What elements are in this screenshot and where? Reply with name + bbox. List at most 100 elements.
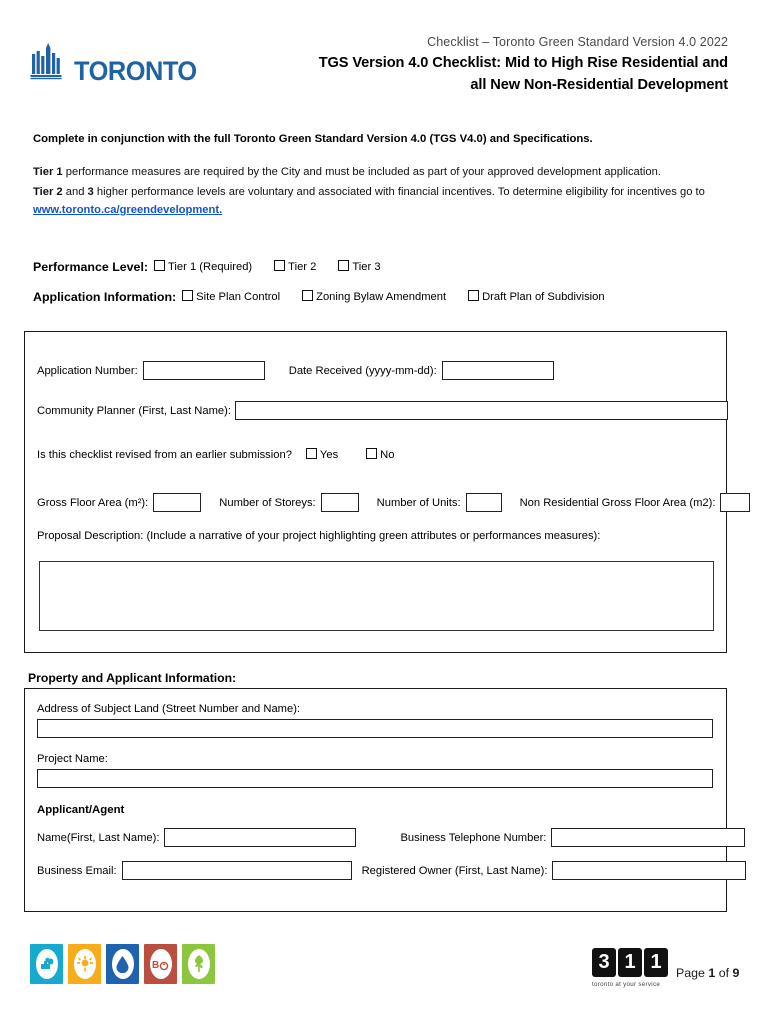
checkbox-tier2[interactable]	[274, 259, 286, 271]
performance-level-row: Performance Level: Tier 1 (Required) Tie…	[33, 259, 403, 274]
applicant-agent-heading: Applicant/Agent	[37, 804, 125, 816]
area-metrics-row: Gross Floor Area (m²): Number of Storeys…	[37, 493, 751, 512]
checkbox-tier3-label: Tier 3	[352, 261, 381, 273]
address-of-subject-land-input[interactable]	[37, 719, 713, 738]
number-of-units-input[interactable]	[465, 493, 502, 512]
document-page: TORONTO Checklist – Toronto Green Standa…	[0, 0, 770, 1024]
checkbox-draft-plan-of-subdivision-label: Draft Plan of Subdivision	[482, 291, 605, 303]
performance-level-label: Performance Level:	[33, 260, 149, 274]
checkbox-tier2-label: Tier 2	[288, 261, 317, 273]
business-email-label: Business Email:	[37, 864, 117, 877]
checkbox-option-zoning-bylaw-amendment[interactable]: Zoning Bylaw Amendment	[302, 289, 447, 303]
svg-text:B: B	[152, 960, 159, 971]
checkbox-site-plan-control[interactable]	[182, 289, 194, 301]
tgs-category-icons: B	[30, 944, 215, 984]
property-applicant-box: Address of Subject Land (Street Number a…	[24, 688, 747, 912]
checkbox-option-revised-yes[interactable]: Yes	[305, 447, 339, 461]
community-planner-label: Community Planner (First, Last Name):	[37, 404, 231, 417]
gross-floor-area-label: Gross Floor Area (m²):	[37, 496, 149, 509]
311-digit-2: 1	[618, 948, 642, 977]
number-of-units-label: Number of Units:	[376, 496, 461, 509]
page-number: Page 1 of 9	[676, 966, 739, 980]
number-of-storeys-input[interactable]	[320, 493, 359, 512]
checkbox-zoning-bylaw-amendment-label: Zoning Bylaw Amendment	[316, 291, 447, 303]
checkbox-revised-yes-label: Yes	[319, 449, 339, 461]
property-section-title: Property and Applicant Information:	[28, 671, 237, 685]
revised-checklist-question: Is this checklist revised from an earlie…	[37, 449, 292, 461]
date-received-input[interactable]	[441, 361, 554, 380]
non-residential-gfa-label: Non Residential Gross Floor Area (m2):	[519, 496, 716, 509]
page-header: TORONTO Checklist – Toronto Green Standa…	[0, 34, 770, 120]
applicant-name-input[interactable]	[164, 828, 357, 847]
tier1-rest: performance measures are required by the…	[62, 166, 661, 178]
number-of-storeys-label: Number of Storeys:	[219, 496, 316, 509]
application-number-label: Application Number:	[37, 364, 138, 377]
project-name-label: Project Name:	[37, 753, 108, 765]
page-prefix: Page	[676, 966, 709, 980]
project-name-label-row: Project Name:	[37, 749, 108, 767]
ecology-co2-icon-oval: B	[149, 949, 172, 979]
business-email-owner-row: Business Email: Registered Owner (First,…	[37, 861, 747, 880]
checkbox-option-tier1[interactable]: Tier 1 (Required)	[154, 259, 253, 273]
checkbox-option-site-plan-control[interactable]: Site Plan Control	[182, 289, 281, 303]
checkbox-option-revised-no[interactable]: No	[366, 447, 394, 461]
ecology-co2-icon: B	[144, 944, 177, 984]
intro-tier1-line: Tier 1 performance measures are required…	[33, 165, 733, 180]
intro-bold-line: Complete in conjunction with the full To…	[33, 133, 593, 145]
water-quality-icon-oval	[111, 949, 134, 979]
checkbox-option-tier2[interactable]: Tier 2	[274, 259, 317, 273]
non-residential-gfa-input[interactable]	[720, 493, 751, 512]
proposal-description-row: Proposal Description: (Include a narrati…	[37, 530, 600, 542]
tier2-rest: higher performance levels are voluntary …	[93, 186, 705, 198]
checkbox-revised-yes[interactable]	[305, 447, 317, 459]
proposal-description-textarea[interactable]	[39, 561, 714, 631]
air-quality-icon-oval	[35, 949, 58, 979]
checkbox-revised-no[interactable]	[366, 447, 378, 459]
registered-owner-label: Registered Owner (First, Last Name):	[361, 864, 548, 877]
checkbox-option-tier3[interactable]: Tier 3	[338, 259, 381, 273]
applicant-name-label: Name(First, Last Name):	[37, 831, 160, 844]
toronto-logo: TORONTO	[30, 42, 205, 85]
application-information-row: Application Information: Site Plan Contr…	[33, 289, 627, 304]
checkbox-tier3[interactable]	[338, 259, 350, 271]
intro-tier2-line: Tier 2 and 3 higher performance levels a…	[33, 185, 733, 200]
community-planner-input[interactable]	[234, 401, 728, 420]
solid-waste-icon-oval	[187, 949, 210, 979]
header-title-line1: TGS Version 4.0 Checklist: Mid to High R…	[318, 55, 728, 71]
tier2-mid: and	[62, 186, 88, 198]
energy-efficiency-icon-oval	[73, 949, 96, 979]
tier2-bold: Tier 2	[33, 186, 63, 198]
toronto-logo-wordmark: TORONTO	[74, 56, 197, 87]
header-title-block: Checklist – Toronto Green Standard Versi…	[208, 34, 728, 95]
application-number-row: Application Number: Date Received (yyyy-…	[37, 361, 554, 380]
project-name-input[interactable]	[37, 769, 713, 788]
green-development-link[interactable]: www.toronto.ca/greendevelopment.	[33, 204, 222, 216]
page-total: 9	[732, 966, 740, 980]
registered-owner-input[interactable]	[552, 861, 747, 880]
energy-efficiency-icon	[68, 944, 101, 984]
checkbox-tier1[interactable]	[154, 259, 166, 271]
proposal-description-label: Proposal Description: (Include a narrati…	[37, 530, 601, 542]
application-details-box: Application Number: Date Received (yyyy-…	[24, 331, 751, 653]
applicant-agent-heading-row: Applicant/Agent	[37, 800, 124, 818]
tier1-bold: Tier 1	[33, 166, 63, 178]
checkbox-draft-plan-of-subdivision[interactable]	[468, 289, 480, 301]
water-quality-icon	[106, 944, 139, 984]
gross-floor-area-input[interactable]	[153, 493, 202, 512]
address-label-row: Address of Subject Land (Street Number a…	[37, 699, 300, 717]
311-tagline: toronto at your service	[592, 981, 661, 988]
business-email-input[interactable]	[121, 861, 352, 880]
page-of: of	[715, 966, 733, 980]
air-quality-icon	[30, 944, 63, 984]
revised-checklist-row: Is this checklist revised from an earlie…	[37, 447, 416, 461]
checkbox-tier1-label: Tier 1 (Required)	[168, 261, 253, 273]
checkbox-zoning-bylaw-amendment[interactable]	[302, 289, 314, 301]
business-phone-input[interactable]	[551, 828, 746, 847]
checkbox-option-draft-plan-of-subdivision[interactable]: Draft Plan of Subdivision	[468, 289, 605, 303]
date-received-label: Date Received (yyyy-mm-dd):	[288, 364, 437, 377]
checkbox-site-plan-control-label: Site Plan Control	[196, 291, 281, 303]
header-subtitle: Checklist – Toronto Green Standard Versi…	[427, 35, 728, 49]
application-number-input[interactable]	[142, 361, 265, 380]
community-planner-row: Community Planner (First, Last Name):	[37, 401, 728, 420]
intro-text-block: Complete in conjunction with the full To…	[33, 132, 733, 218]
